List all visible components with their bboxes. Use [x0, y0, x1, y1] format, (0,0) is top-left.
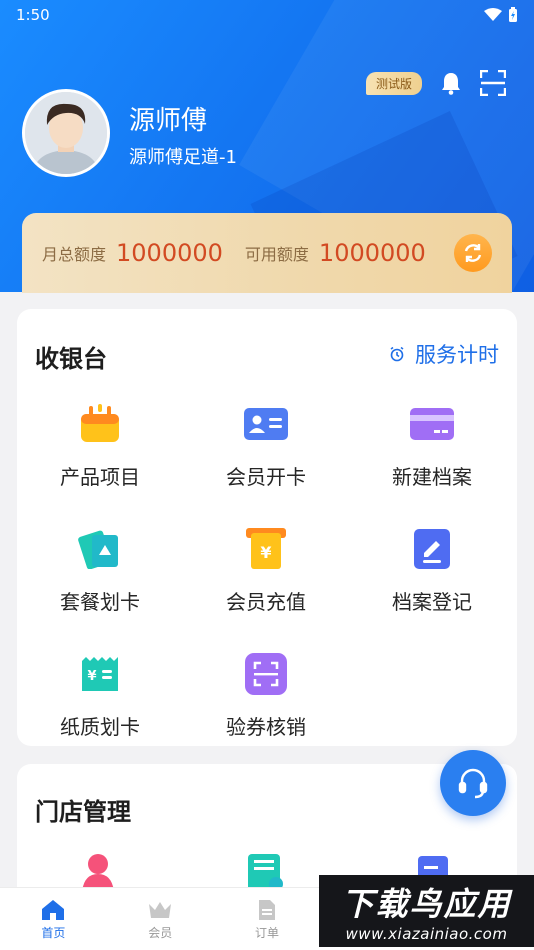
cashier-item-label: 会员充值 [226, 590, 306, 614]
watermark-url: www.xiazainiao.com [345, 925, 508, 943]
register-edit-icon [414, 529, 450, 569]
tab-label: 会员 [148, 926, 173, 940]
avatar[interactable] [22, 89, 110, 177]
store-item-staff[interactable] [17, 852, 183, 892]
scan-icon[interactable] [480, 70, 506, 96]
status-bar: 1:50 [0, 0, 534, 30]
refresh-icon [464, 244, 482, 262]
alarm-clock-icon [390, 346, 404, 362]
cashier-item-label: 套餐划卡 [60, 590, 140, 614]
available-quota-label: 可用额度 [244, 245, 309, 264]
service-timer-button[interactable]: 服务计时 [389, 339, 499, 369]
store-management-title: 门店管理 [35, 798, 131, 826]
cashier-item-new-file[interactable]: 新建档案 [349, 401, 515, 490]
store-name: 源师傅足道-1 [129, 147, 237, 168]
top-actions: 测试版 [365, 70, 506, 96]
refresh-quota-button[interactable] [454, 234, 492, 272]
tab-home[interactable]: 首页 [0, 888, 107, 950]
cashier-item-register[interactable]: 档案登记 [349, 526, 515, 615]
recharge-icon: ¥ [246, 528, 286, 569]
cashier-grid: 产品项目 会员开卡 新建档案 套餐划卡 ¥ 会员充值 档案登记 ¥ 纸质划卡 验… [17, 401, 517, 740]
cashier-item-label: 验券核销 [226, 715, 306, 739]
monthly-quota-label: 月总额度 [42, 245, 107, 264]
watermark-overlay: 下载鸟应用 www.xiazainiao.com [319, 875, 534, 947]
package-card-icon [78, 530, 118, 569]
new-file-card-icon [410, 408, 454, 440]
order-icon [258, 900, 275, 920]
cashier-item-member-card[interactable]: 会员开卡 [183, 401, 349, 490]
cashier-item-label: 纸质划卡 [60, 715, 140, 739]
tab-order[interactable]: 订单 [214, 888, 321, 950]
avatar-person-icon [25, 92, 107, 174]
cashier-item-package[interactable]: 套餐划卡 [17, 526, 183, 615]
crown-icon [149, 902, 172, 918]
svg-text:¥: ¥ [260, 543, 271, 562]
status-time: 1:50 [16, 6, 50, 24]
product-basket-icon [81, 404, 119, 442]
quota-banner: 月总额度 1000000 可用额度 1000000 [22, 213, 512, 293]
cashier-item-label: 新建档案 [392, 465, 472, 489]
battery-icon [509, 7, 517, 22]
service-timer-label: 服务计时 [415, 343, 499, 367]
cashier-item-paper-card[interactable]: ¥ 纸质划卡 [17, 651, 183, 740]
report-icon [248, 854, 283, 892]
customer-service-button[interactable] [440, 750, 506, 816]
member-card-icon [244, 408, 288, 440]
watermark-title: 下载鸟应用 [341, 885, 512, 923]
tab-label: 订单 [254, 926, 279, 940]
available-quota-value: 1000000 [318, 239, 426, 267]
test-version-badge: 测试版 [365, 71, 422, 95]
tab-label: 首页 [41, 926, 66, 940]
cashier-item-recharge[interactable]: ¥ 会员充值 [183, 526, 349, 615]
tab-member[interactable]: 会员 [107, 888, 214, 950]
staff-icon [82, 854, 114, 892]
paper-ticket-icon: ¥ [82, 657, 118, 691]
svg-text:¥: ¥ [87, 669, 96, 684]
cashier-item-label: 会员开卡 [226, 465, 306, 489]
cashier-item-voucher[interactable]: 验券核销 [183, 651, 349, 740]
monthly-quota-value: 1000000 [116, 239, 223, 267]
cashier-title: 收银台 [35, 345, 107, 373]
cashier-item-product[interactable]: 产品项目 [17, 401, 183, 490]
scan-voucher-icon [245, 653, 287, 695]
bell-icon[interactable] [440, 71, 462, 95]
cashier-item-label: 产品项目 [60, 465, 140, 489]
headset-icon [458, 768, 488, 799]
home-icon [42, 900, 65, 920]
cashier-card: 收银台 服务计时 产品项目 会员开卡 新建档案 套餐划卡 ¥ 会员充值 档案登记… [17, 309, 517, 746]
wifi-icon [484, 8, 502, 21]
user-name: 源师傅 [129, 106, 208, 136]
cashier-item-label: 档案登记 [392, 590, 472, 614]
